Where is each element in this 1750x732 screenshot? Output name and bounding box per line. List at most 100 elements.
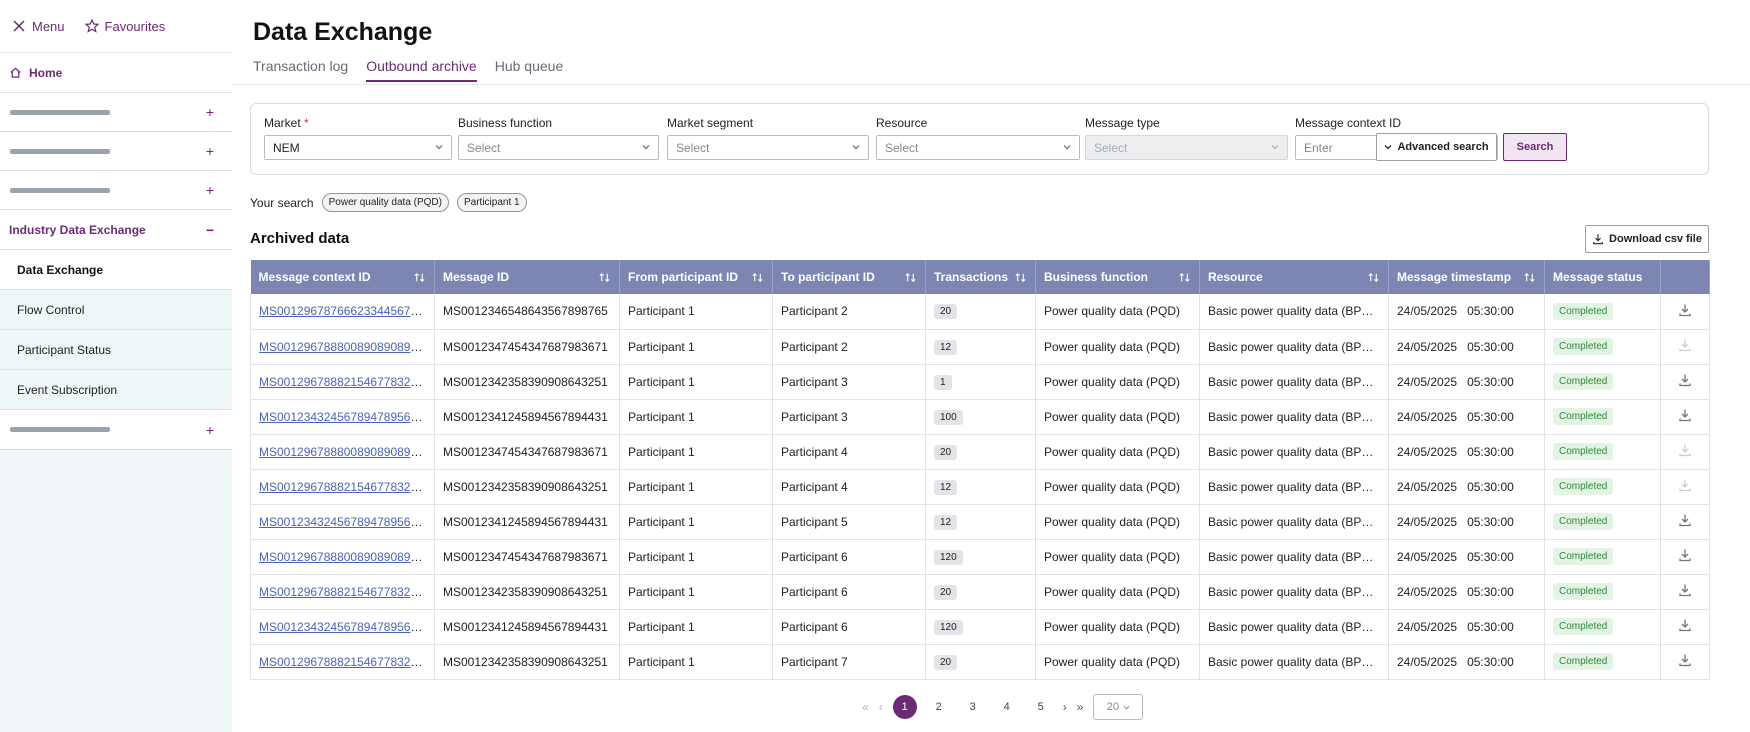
- message-context-id-link[interactable]: MS00123432456789478956311: [259, 515, 430, 529]
- advanced-search-button[interactable]: Advanced search: [1376, 133, 1497, 161]
- cell-business-function: Power quality data (PQD): [1035, 434, 1200, 470]
- sort-icon[interactable]: [1367, 271, 1380, 284]
- table-row: MS00129678882154677832411 MS0012342358390…: [250, 644, 1710, 680]
- transactions-badge: 120: [934, 619, 963, 635]
- cell-transactions: 20: [925, 644, 1036, 680]
- page-button[interactable]: 5: [1029, 695, 1053, 719]
- search-chip[interactable]: Power quality data (PQD): [321, 193, 449, 212]
- cell-resource: Basic power quality data (BPQD): [1199, 469, 1389, 505]
- message-context-id-link[interactable]: MS00123432456789478956311: [259, 410, 430, 424]
- cell-message-timestamp: 24/05/2025 05:30:00: [1388, 329, 1545, 365]
- cell-transactions: 120: [925, 609, 1036, 645]
- message-context-id-link[interactable]: MS00129678882154677832411: [259, 480, 430, 494]
- page-button[interactable]: 1: [892, 695, 917, 719]
- rows-per-page-select[interactable]: 20: [1093, 694, 1144, 720]
- message-context-id-link[interactable]: MS00129678880089089089011: [259, 340, 430, 354]
- download-icon[interactable]: [1678, 408, 1692, 422]
- download-icon[interactable]: [1678, 653, 1692, 667]
- column-header-to-participant-id[interactable]: To participant ID: [772, 260, 926, 294]
- sort-icon[interactable]: [413, 271, 426, 284]
- sidebar-group-collapsed[interactable]: +: [0, 93, 232, 132]
- tab-hub-queue[interactable]: Hub queue: [495, 58, 564, 82]
- sidebar-item-data-exchange[interactable]: Data Exchange: [0, 250, 232, 290]
- column-header-message-id[interactable]: Message ID: [434, 260, 620, 294]
- message-context-id-link[interactable]: MS00129678882154677832411: [259, 375, 430, 389]
- message-context-id-link[interactable]: MS00129678766623344567911: [259, 304, 430, 318]
- prev-page-button[interactable]: ‹: [879, 700, 883, 714]
- sidebar-item-home[interactable]: Home: [0, 53, 232, 93]
- message-context-id-link[interactable]: MS00129678880089089089011: [259, 550, 430, 564]
- timestamp-date: 24/05/2025: [1397, 584, 1458, 599]
- download-icon[interactable]: [1678, 618, 1692, 632]
- transactions-badge: 20: [934, 304, 958, 320]
- sort-icon[interactable]: [1178, 271, 1191, 284]
- menu-button[interactable]: Menu: [12, 19, 65, 34]
- home-label: Home: [29, 65, 63, 80]
- close-icon: [13, 20, 25, 32]
- sidebar-group-collapsed[interactable]: +: [0, 171, 232, 210]
- page-button[interactable]: 4: [995, 695, 1019, 719]
- table-row: MS00123432456789478956311 MS0012341245894…: [250, 399, 1710, 435]
- cell-message-id: MS0012342358390908643251: [434, 574, 620, 610]
- status-badge: Completed: [1553, 373, 1614, 390]
- cell-transactions: 20: [925, 434, 1036, 470]
- sidebar-section-industry-data-exchange[interactable]: Industry Data Exchange −: [0, 210, 232, 250]
- column-header-message-timestamp[interactable]: Message timestamp: [1388, 260, 1545, 294]
- timestamp-time: 05:30:00: [1467, 339, 1514, 354]
- download-csv-button[interactable]: Download csv file: [1585, 225, 1709, 253]
- download-icon[interactable]: [1678, 373, 1692, 387]
- next-page-button[interactable]: ›: [1063, 700, 1067, 714]
- message-context-id-link[interactable]: MS00129678882154677832411: [259, 655, 430, 669]
- download-icon[interactable]: [1678, 548, 1692, 562]
- column-header-business-function[interactable]: Business function: [1035, 260, 1200, 294]
- cell-resource: Basic power quality data (BPQD): [1199, 364, 1389, 400]
- message-context-id-link[interactable]: MS00129678880089089089011: [259, 445, 430, 459]
- column-header-from-participant-id[interactable]: From participant ID: [619, 260, 773, 294]
- sort-icon[interactable]: [598, 271, 611, 284]
- search-chip[interactable]: Participant 1: [457, 193, 527, 212]
- column-header-resource[interactable]: Resource: [1199, 260, 1389, 294]
- tab-outbound-archive[interactable]: Outbound archive: [366, 58, 477, 82]
- sort-icon[interactable]: [1014, 271, 1027, 284]
- download-icon[interactable]: [1678, 583, 1692, 597]
- message-context-id-link[interactable]: MS00129678882154677832411: [259, 585, 430, 599]
- market-field: Market * NEM: [264, 116, 452, 160]
- cell-business-function: Power quality data (PQD): [1035, 399, 1200, 435]
- download-icon[interactable]: [1678, 303, 1692, 317]
- sidebar-item-event-subscription[interactable]: Event Subscription: [0, 370, 232, 410]
- column-header-transactions[interactable]: Transactions: [925, 260, 1036, 294]
- cell-resource: Basic power quality data (BPQD): [1199, 574, 1389, 610]
- sort-icon[interactable]: [751, 271, 764, 284]
- page-button[interactable]: 3: [961, 695, 985, 719]
- download-icon: [1679, 339, 1691, 352]
- timestamp-date: 24/05/2025: [1397, 479, 1458, 494]
- cell-from-participant: Participant 1: [619, 329, 773, 365]
- column-header-message-context-id[interactable]: Message context ID: [250, 260, 435, 294]
- status-badge: Completed: [1553, 653, 1614, 670]
- market-segment-select[interactable]: Select: [667, 135, 869, 160]
- download-icon: [1679, 479, 1691, 492]
- business-function-select[interactable]: Select: [458, 135, 659, 160]
- download-icon[interactable]: [1678, 513, 1692, 527]
- sidebar-group-collapsed[interactable]: +: [0, 410, 232, 450]
- sidebar-item-flow-control[interactable]: Flow Control: [0, 290, 232, 330]
- sort-icon[interactable]: [1523, 271, 1536, 284]
- table-body: MS00129678766623344567911 MS0012346548643…: [250, 294, 1710, 680]
- page-button[interactable]: 2: [927, 695, 951, 719]
- resource-select[interactable]: Select: [876, 135, 1080, 160]
- market-select[interactable]: NEM: [264, 135, 452, 160]
- search-button[interactable]: Search: [1503, 133, 1567, 161]
- transactions-badge: 12: [934, 514, 958, 530]
- cell-business-function: Power quality data (PQD): [1035, 294, 1200, 330]
- sidebar-item-participant-status[interactable]: Participant Status: [0, 330, 232, 370]
- tab-transaction-log[interactable]: Transaction log: [253, 58, 348, 82]
- message-context-id-link[interactable]: MS00123432456789478956311: [259, 620, 430, 634]
- cell-resource: Basic power quality data (BPQD): [1199, 399, 1389, 435]
- first-page-button[interactable]: «: [862, 700, 869, 714]
- sort-icon[interactable]: [904, 271, 917, 284]
- cell-message-timestamp: 24/05/2025 05:30:00: [1388, 399, 1545, 435]
- sidebar-group-collapsed[interactable]: +: [0, 132, 232, 171]
- favourites-button[interactable]: Favourites: [84, 19, 165, 34]
- last-page-button[interactable]: »: [1077, 700, 1084, 714]
- cell-from-participant: Participant 1: [619, 434, 773, 470]
